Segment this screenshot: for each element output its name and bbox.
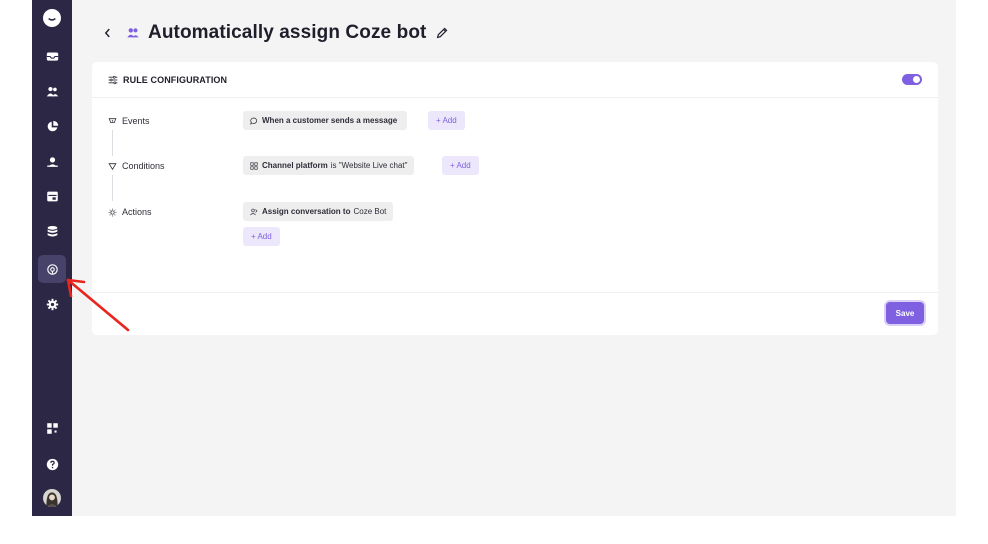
- pencil-icon: [437, 27, 448, 39]
- lightbulb-icon: [108, 208, 117, 217]
- events-label-text: Events: [122, 116, 150, 126]
- user-avatar-icon[interactable]: [38, 484, 66, 512]
- card-header: RULE CONFIGURATION: [92, 62, 938, 98]
- contacts-icon[interactable]: [38, 77, 66, 105]
- add-action-button[interactable]: + Add: [243, 227, 280, 246]
- toggle-knob: [913, 76, 920, 83]
- action-chip-target: Coze Bot: [353, 207, 387, 216]
- trigger-icon: [108, 117, 117, 126]
- action-chip-verb: Assign conversation to: [262, 207, 351, 216]
- conditions-label: Conditions: [108, 161, 165, 171]
- help-icon[interactable]: [38, 450, 66, 478]
- chat-bubble-icon[interactable]: [38, 4, 66, 32]
- apps-grid-icon[interactable]: [38, 414, 66, 442]
- condition-chip[interactable]: Channel platform is "Website Live chat": [243, 156, 415, 175]
- main-content: Automatically assign Coze bot RULE CONFI…: [72, 0, 956, 516]
- campaigns-icon[interactable]: [38, 182, 66, 210]
- card-title: RULE CONFIGURATION: [123, 74, 228, 85]
- rule-configuration-card: RULE CONFIGURATION Events When a custome…: [92, 62, 938, 335]
- connector-line: [112, 175, 113, 201]
- rule-enabled-toggle[interactable]: [902, 74, 922, 85]
- add-condition-button[interactable]: + Add: [442, 156, 479, 175]
- agent-icon[interactable]: [38, 147, 66, 175]
- annotation-arrow-icon: [66, 278, 130, 332]
- message-bubble-icon: [250, 117, 258, 125]
- grid-icon: [250, 161, 258, 170]
- page-header: Automatically assign Coze bot: [100, 20, 451, 46]
- assign-user-icon: [250, 208, 258, 216]
- connector-line: [112, 130, 113, 156]
- team-icon: [126, 26, 140, 40]
- actions-label-text: Actions: [122, 207, 152, 217]
- edit-title-button[interactable]: [435, 25, 451, 41]
- event-chip[interactable]: When a customer sends a message: [243, 111, 408, 130]
- events-label: Events: [108, 116, 150, 126]
- event-chip-text: When a customer sends a message: [262, 116, 398, 125]
- condition-chip-value: is "Website Live chat": [330, 161, 408, 170]
- page-title: Automatically assign Coze bot: [148, 22, 427, 43]
- add-event-button[interactable]: + Add: [428, 111, 465, 130]
- actions-label: Actions: [108, 207, 152, 217]
- conditions-label-text: Conditions: [122, 161, 165, 171]
- save-button[interactable]: Save: [886, 302, 924, 324]
- database-icon[interactable]: [38, 217, 66, 245]
- sliders-icon: [108, 75, 118, 84]
- action-chip[interactable]: Assign conversation to Coze Bot: [243, 202, 394, 221]
- chevron-left-icon: [104, 28, 110, 38]
- filter-icon: [108, 162, 117, 171]
- back-button[interactable]: [100, 23, 114, 43]
- inbox-icon[interactable]: [38, 42, 66, 70]
- reports-pie-icon[interactable]: [38, 112, 66, 140]
- condition-chip-field: Channel platform: [262, 161, 328, 170]
- card-footer-divider: [92, 292, 938, 293]
- sidebar: [32, 0, 72, 516]
